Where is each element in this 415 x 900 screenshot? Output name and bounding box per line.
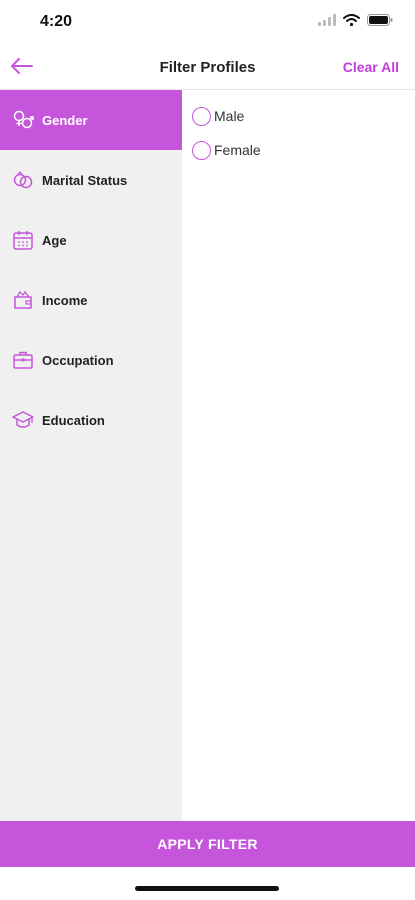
sidebar-item-education[interactable]: Education (0, 390, 182, 450)
option-female[interactable]: Female (182, 133, 415, 167)
sidebar-item-marital-status[interactable]: Marital Status (0, 150, 182, 210)
filter-category-sidebar: Gender Marital Status Age Income Occupat… (0, 90, 182, 821)
sidebar-item-label: Education (42, 412, 105, 428)
signal-icon (318, 14, 336, 26)
wifi-icon (343, 14, 360, 26)
radio-button[interactable] (192, 106, 211, 126)
sidebar-item-label: Gender (42, 112, 88, 128)
sidebar-item-label: Age (42, 232, 67, 248)
filter-options-panel: Male Female (182, 90, 415, 821)
radio-button[interactable] (192, 140, 211, 160)
option-male[interactable]: Male (182, 99, 415, 133)
sidebar-item-gender[interactable]: Gender (0, 90, 182, 150)
sidebar-item-label: Marital Status (42, 172, 128, 188)
briefcase-icon (12, 349, 34, 371)
gender-icon (12, 109, 34, 131)
clear-all-button[interactable]: Clear All (343, 59, 399, 75)
status-bar: 4:20 (0, 0, 415, 46)
sidebar-item-label: Occupation (42, 352, 114, 368)
battery-icon (367, 14, 393, 26)
sidebar-item-age[interactable]: Age (0, 210, 182, 270)
status-time: 4:20 (40, 13, 73, 30)
option-label: Male (214, 108, 245, 124)
option-label: Female (214, 142, 261, 158)
home-indicator (135, 886, 279, 891)
sidebar-item-label: Income (42, 292, 88, 308)
status-icons (318, 14, 393, 26)
header: Filter Profiles Clear All (0, 46, 415, 90)
graduation-cap-icon (12, 409, 34, 431)
rings-icon (12, 169, 34, 191)
wallet-icon (12, 289, 34, 311)
calendar-icon (12, 229, 34, 251)
apply-filter-button[interactable]: APPLY FILTER (0, 821, 415, 867)
sidebar-item-income[interactable]: Income (0, 270, 182, 330)
apply-filter-label: APPLY FILTER (157, 836, 258, 852)
sidebar-item-occupation[interactable]: Occupation (0, 330, 182, 390)
